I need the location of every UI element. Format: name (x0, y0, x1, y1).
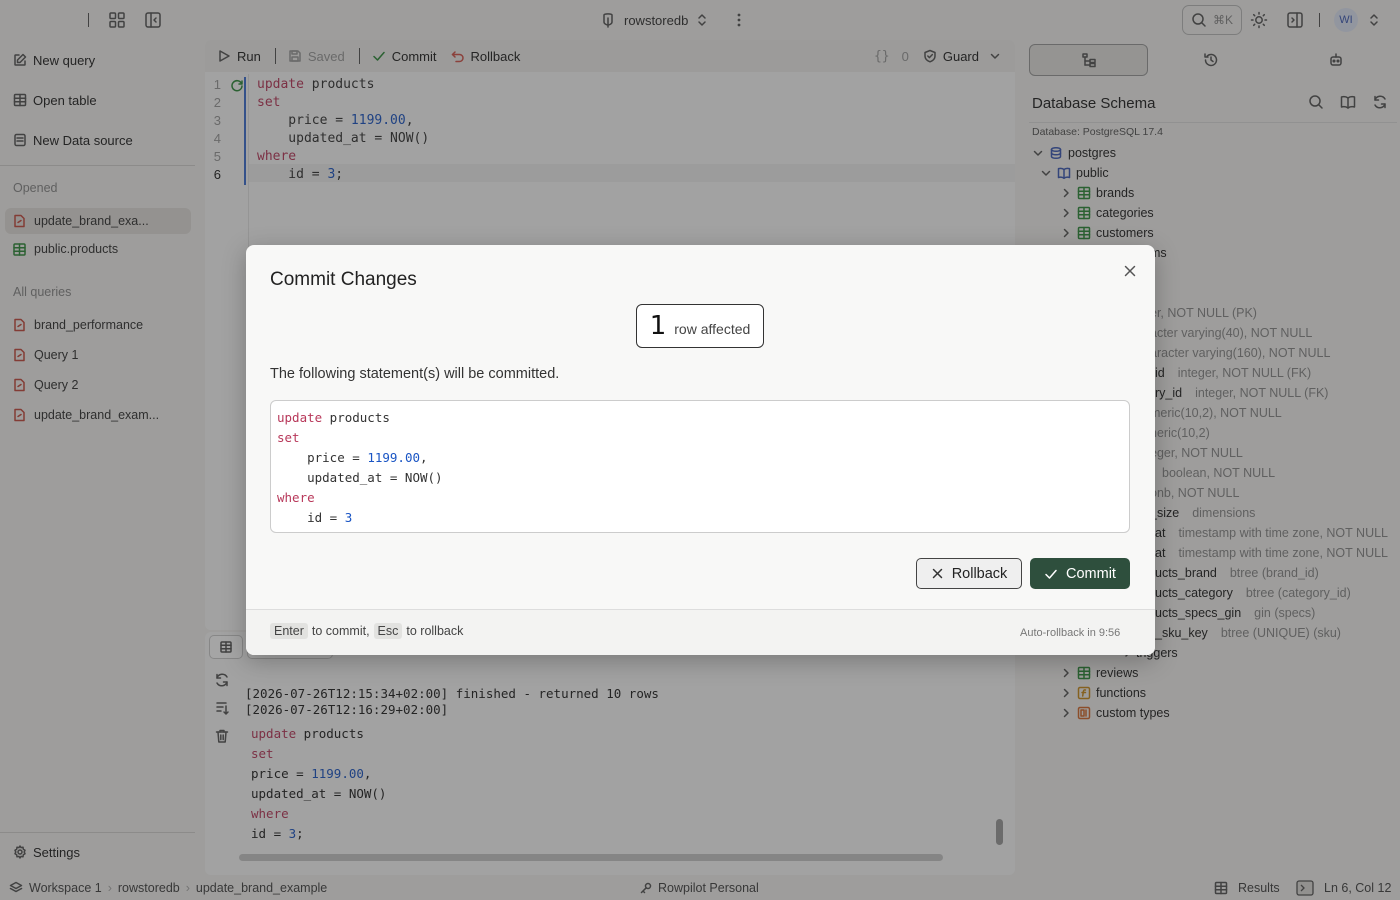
close-icon (932, 568, 942, 579)
check-icon (1045, 569, 1057, 579)
enter-hint: to commit, (311, 624, 370, 638)
rows-affected-count: 1 (649, 311, 667, 341)
enter-key: Enter (270, 623, 308, 639)
code-token: price = (277, 450, 368, 465)
commit-dialog: Commit Changes 1 row affected The follow… (246, 245, 1155, 655)
close-icon[interactable] (1122, 263, 1138, 279)
dialog-description: The following statement(s) will be commi… (270, 366, 560, 382)
commit-button[interactable]: Commit (1030, 558, 1130, 589)
code-token: updated_at = NOW() (277, 470, 443, 485)
rollback-button-label: Rollback (951, 565, 1008, 582)
dialog-title: Commit Changes (270, 269, 417, 290)
code-token: set (277, 430, 300, 445)
esc-key: Esc (373, 623, 403, 639)
esc-hint: to rollback (406, 624, 464, 638)
commit-button-label: Commit (1066, 565, 1116, 582)
dialog-footer: Enter to commit, Esc to rollback Auto-ro… (246, 609, 1155, 655)
code-token: update (277, 410, 323, 425)
rows-affected-badge: 1 row affected (636, 304, 764, 348)
rollback-button[interactable]: Rollback (916, 558, 1022, 589)
code-token: where (277, 490, 315, 505)
keyboard-hints: Enter to commit, Esc to rollback (270, 623, 463, 639)
code-token: 1199.00 (367, 450, 420, 465)
code-token: 3 (344, 510, 353, 525)
code-token: , (420, 450, 428, 465)
code-token: products (322, 410, 390, 425)
auto-rollback-timer: Auto-rollback in 9:56 (1020, 627, 1121, 639)
rows-affected-label: row affected (674, 321, 751, 337)
code-token: id = (277, 510, 345, 525)
statement-preview: update products set price = 1199.00, upd… (270, 400, 1130, 533)
